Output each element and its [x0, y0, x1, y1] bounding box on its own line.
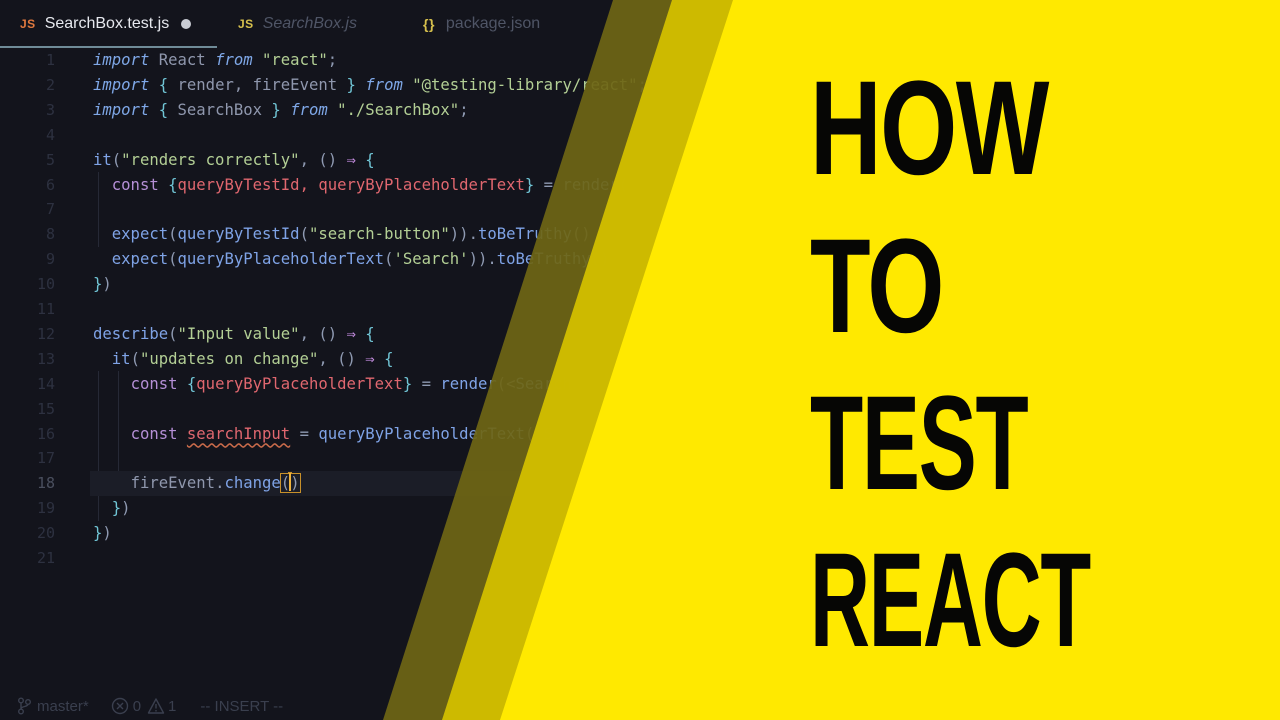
headline-line-how: HOW [810, 54, 1049, 203]
headline-line-to: TO [810, 212, 944, 361]
headline-line-test: TEST [810, 369, 1029, 518]
headline: HOW TO TEST REACT [0, 0, 1280, 720]
headline-line-react: REACT [810, 526, 1091, 675]
